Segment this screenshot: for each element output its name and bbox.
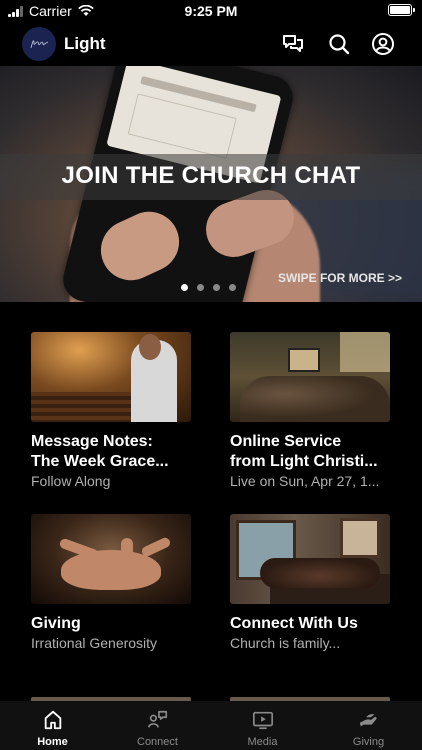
tab-label: Media [247,736,278,748]
card-title: Connect With Us [230,615,358,632]
status-time: 9:25 PM [184,3,238,19]
tab-home[interactable]: Home [0,701,105,750]
page-dot[interactable] [181,284,188,291]
card-title: Online Service from Light Christi... [230,432,395,472]
search-icon[interactable] [327,32,351,56]
card-thumbnail [230,514,390,604]
card-subtitle: Follow Along [31,473,111,489]
page-dot[interactable] [229,284,236,291]
card-title-line: The Week Grace... [31,453,169,470]
tab-giving[interactable]: Giving [316,701,421,750]
card-online-service[interactable]: Online Service from Light Christi... Liv… [230,332,390,489]
account-icon[interactable] [371,32,395,56]
swipe-hint: SWIPE FOR MORE >> [277,271,402,285]
hero-title: JOIN THE CHURCH CHAT [61,162,361,189]
media-icon [253,711,273,730]
card-thumbnail [31,332,191,422]
carousel-page-indicator[interactable] [181,284,236,291]
app-header: Light [0,22,422,66]
battery-icon [388,4,415,16]
tab-bar: Home Connect Media Giving [0,701,422,750]
app-title: Light [64,34,106,53]
card-thumbnail [31,514,191,604]
card-subtitle: Irrational Generosity [31,635,158,651]
tab-connect[interactable]: Connect [105,701,210,750]
hero-carousel[interactable]: JOIN THE CHURCH CHAT SWIPE FOR MORE >> [0,66,422,302]
card-title-line: Message Notes: [31,433,153,450]
card-title: Message Notes: The Week Grace... [31,432,196,472]
tab-label: Home [37,736,68,748]
logo-script-icon [30,40,49,49]
card-connect[interactable]: Connect With Us Church is family... [230,514,390,651]
card-title-line: from Light Christi... [230,453,378,470]
church-logo[interactable] [22,27,56,61]
tab-media[interactable]: Media [210,701,315,750]
card-thumbnail [230,332,390,422]
card-title-line: Online Service [230,433,342,450]
tab-label: Connect [137,736,178,748]
status-bar: Carrier 9:25 PM [0,0,422,22]
connect-icon [148,710,168,728]
card-subtitle: Live on Sun, Apr 27, 1... [230,473,380,489]
card-giving[interactable]: Giving Irrational Generosity [31,514,191,651]
card-title: Giving [31,615,81,632]
page-dot[interactable] [213,284,220,291]
chat-icon[interactable] [281,32,305,56]
page-dot[interactable] [197,284,204,291]
giving-icon [359,714,377,727]
card-subtitle: Church is family... [230,635,341,651]
card-message-notes[interactable]: Message Notes: The Week Grace... Follow … [31,332,191,489]
home-icon [44,710,62,730]
tab-label: Giving [352,736,385,748]
